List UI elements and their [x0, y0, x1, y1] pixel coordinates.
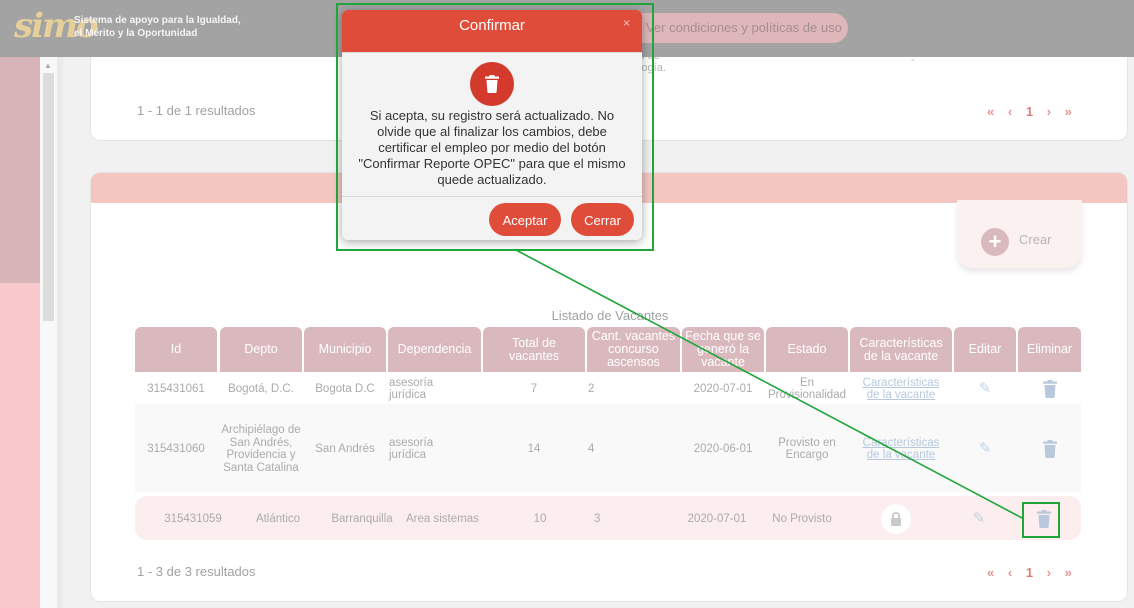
characteristics-locked: [850, 498, 942, 540]
cell-municipio: San Andrés: [315, 442, 375, 455]
close-button[interactable]: Cerrar: [571, 203, 634, 236]
cell-estado: En Provisionalidad: [768, 376, 846, 402]
cell-fecha: 2020-07-01: [693, 382, 753, 395]
terms-link[interactable]: Ver condiciones y políticas de uso: [620, 13, 848, 43]
prev-page-button[interactable]: ‹: [1008, 104, 1012, 119]
cell-dependencia: asesoría jurídica: [389, 376, 434, 402]
characteristics-link[interactable]: Características de la vacante: [850, 374, 952, 404]
edit-button[interactable]: ✎: [954, 406, 1016, 492]
simo-logo[interactable]: simo Sistema de apoyo para la Igualdad, …: [14, 6, 241, 50]
plus-icon: +: [981, 228, 1009, 256]
cell-id: 315431059: [164, 512, 222, 525]
col-header-id: Id: [135, 327, 217, 372]
cell-fecha: 2020-07-01: [687, 512, 747, 525]
col-header-fecha: Fecha que se generó la vacante: [682, 327, 764, 372]
results-count: 1 - 3 de 3 resultados: [137, 564, 256, 579]
list-title: Listado de Vacantes: [551, 308, 669, 323]
trash-icon: [1042, 440, 1057, 458]
prev-page-button[interactable]: ‹: [1008, 565, 1012, 580]
col-header-municipio: Municipio: [304, 327, 386, 372]
cell-dependencia: asesoría jurídica: [389, 436, 434, 462]
dialog-title: Confirmar: [459, 17, 525, 34]
pencil-icon: ✎: [972, 509, 986, 527]
trash-icon: [470, 62, 514, 106]
first-page-button[interactable]: «: [987, 104, 994, 119]
sidebar-lower: [0, 283, 40, 608]
last-page-button[interactable]: »: [1065, 565, 1072, 580]
col-header-depto: Depto: [220, 327, 302, 372]
cell-dependencia: Area sistemas: [406, 512, 479, 525]
col-header-total: Total de vacantes: [483, 327, 585, 372]
next-page-button[interactable]: ›: [1047, 565, 1051, 580]
dialog-divider: [342, 52, 642, 53]
create-label: Crear: [1019, 232, 1052, 247]
edit-button[interactable]: ✎: [954, 374, 1016, 404]
accept-button[interactable]: Aceptar: [489, 203, 561, 236]
cell-total: 7: [530, 382, 538, 395]
characteristics-link[interactable]: Características de la vacante: [850, 406, 952, 492]
pagination: « ‹ 1 › »: [987, 565, 1082, 580]
last-page-button[interactable]: »: [1065, 104, 1072, 119]
cell-municipio: Bogota D.C: [315, 382, 375, 395]
dialog-footer-divider: [342, 196, 642, 197]
delete-button[interactable]: [1018, 406, 1081, 492]
cell-ascensos: 2: [588, 382, 595, 395]
dialog-message: Si acepta, su registro será actualizado.…: [358, 108, 626, 187]
cell-total: 14: [527, 442, 541, 455]
dialog-header: Confirmar ×: [342, 10, 642, 52]
cell-total: 10: [533, 512, 547, 525]
cell-municipio: Barranquilla: [331, 512, 393, 525]
close-icon[interactable]: ×: [623, 13, 630, 33]
page-number[interactable]: 1: [1026, 104, 1033, 119]
col-header-estado: Estado: [766, 327, 848, 372]
col-header-eliminar: Eliminar: [1018, 327, 1081, 372]
cell-depto: Bogotá, D.C.: [228, 382, 294, 395]
lock-icon: [881, 504, 911, 534]
col-header-ascensos: Cant. vacantes concurso ascensos: [587, 327, 680, 372]
confirm-dialog: Confirmar × Si acepta, su registro será …: [342, 10, 642, 240]
create-button[interactable]: + Crear: [957, 200, 1082, 268]
cell-estado: Provisto en Encargo: [778, 436, 836, 462]
trash-icon: [1042, 380, 1057, 398]
pencil-icon: ✎: [978, 379, 992, 397]
cell-id: 315431061: [147, 382, 205, 395]
cell-fecha: 2020-06-01: [693, 442, 753, 455]
col-header-caracteristicas: Características de la vacante: [850, 327, 952, 372]
edit-button[interactable]: ✎: [948, 498, 1010, 540]
scroll-up-arrow[interactable]: ▲: [44, 61, 52, 70]
scroll-thumb[interactable]: [43, 73, 54, 321]
next-page-button[interactable]: ›: [1047, 104, 1051, 119]
logo-text: Sistema de apoyo para la Igualdad, el Mé…: [74, 15, 241, 39]
delete-button[interactable]: [1012, 498, 1075, 540]
cell-ascensos: 3: [594, 512, 601, 525]
pagination-top: « ‹ 1 › »: [987, 104, 1082, 119]
col-header-dependencia: Dependencia: [388, 327, 481, 372]
cell-estado: No Provisto: [772, 512, 832, 525]
vertical-scrollbar[interactable]: ▲: [40, 57, 57, 608]
page-number[interactable]: 1: [1026, 565, 1033, 580]
delete-button[interactable]: [1018, 374, 1081, 404]
pencil-icon: ✎: [978, 439, 992, 457]
first-page-button[interactable]: «: [987, 565, 994, 580]
sidebar: [0, 57, 40, 608]
cell-id: 315431060: [147, 442, 205, 455]
cell-depto: Atlántico: [255, 512, 301, 525]
results-count-top: 1 - 1 de 1 resultados: [137, 103, 256, 118]
cell-depto: Archipiélago de San Andrés, Providencia …: [221, 424, 301, 474]
col-header-editar: Editar: [954, 327, 1016, 372]
content-edge: [57, 57, 63, 608]
cell-ascensos: 4: [588, 442, 595, 455]
trash-icon: [1036, 510, 1051, 528]
